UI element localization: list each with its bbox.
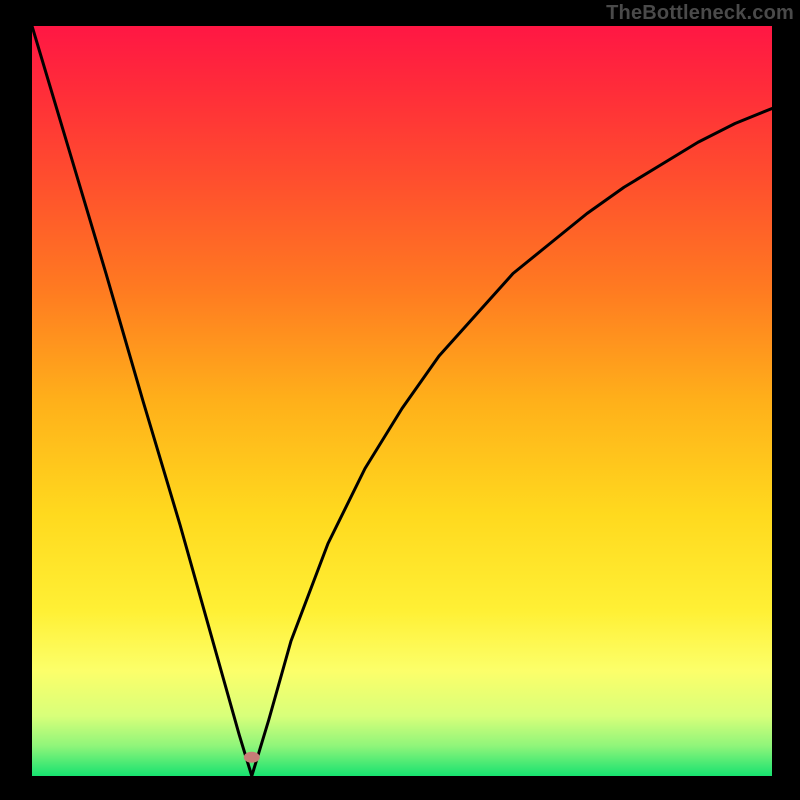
chart-frame: TheBottleneck.com (0, 0, 800, 800)
chart-svg (32, 26, 772, 776)
minimum-marker (244, 752, 260, 763)
plot-area (32, 26, 772, 776)
attribution-label: TheBottleneck.com (606, 2, 794, 25)
